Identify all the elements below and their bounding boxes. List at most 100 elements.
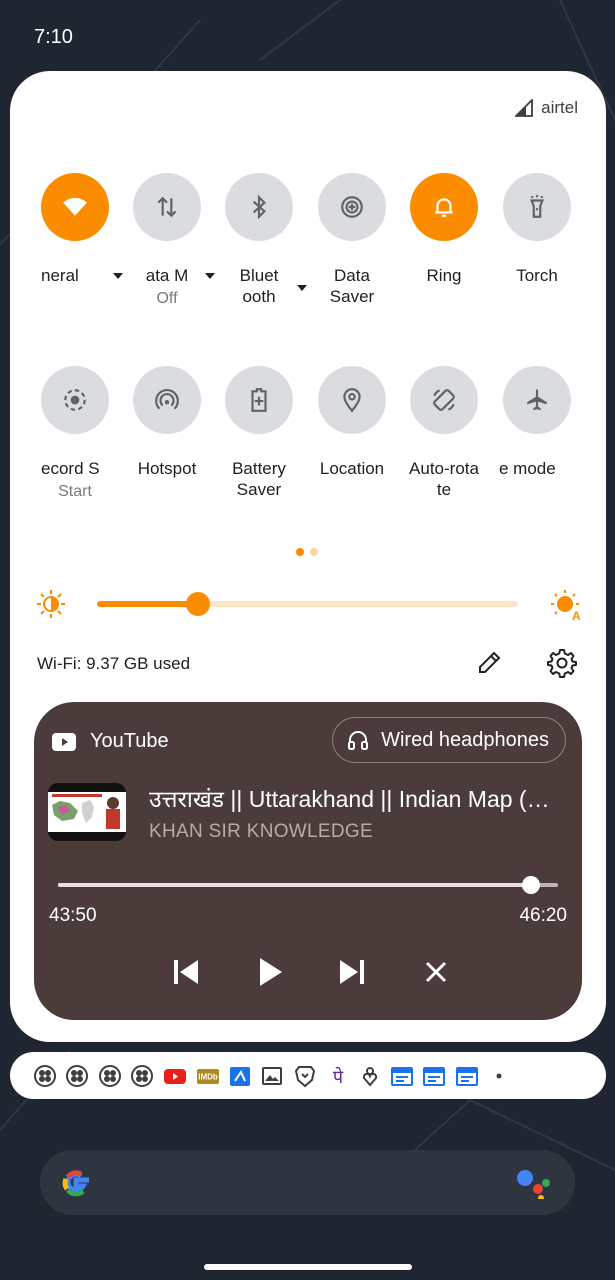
- tinder-like-icon[interactable]: [358, 1064, 382, 1088]
- airplane-icon: [527, 389, 547, 411]
- brightness-slider-thumb[interactable]: [186, 592, 211, 616]
- tile-sublabel: Start: [58, 483, 92, 500]
- media-elapsed-time: 43:50: [49, 905, 97, 926]
- previous-button[interactable]: [164, 950, 208, 994]
- wifi-icon: [63, 197, 87, 216]
- media-seekbar[interactable]: [58, 876, 558, 894]
- skip-next-icon: [340, 960, 364, 984]
- quick-settings-panel: airtel neral ata M Off Bluet ooth Data S…: [10, 71, 606, 1042]
- tile-screen-record[interactable]: ecord S Start: [29, 366, 121, 502]
- tile-label: Ring: [426, 266, 462, 285]
- tile-torch[interactable]: Torch: [491, 173, 583, 309]
- tile-battery-saver[interactable]: Battery Saver: [213, 366, 305, 502]
- browser-window-icon[interactable]: [390, 1064, 414, 1088]
- tile-airplane-mode[interactable]: e mode: [491, 366, 583, 502]
- play-button[interactable]: [248, 950, 292, 994]
- media-seekbar-thumb[interactable]: [522, 876, 540, 894]
- flower-app-icon[interactable]: [98, 1064, 122, 1088]
- tile-label: Data Saver: [329, 266, 375, 306]
- tile-screen-record-button[interactable]: [41, 366, 109, 434]
- data-saver-icon: [341, 196, 363, 218]
- media-player-card[interactable]: YouTube Wired headphones उत्तराखंड || Ut…: [34, 702, 582, 1020]
- imdb-icon-label: IMDb: [198, 1073, 218, 1082]
- brightness-slider[interactable]: [97, 592, 518, 616]
- media-app-name: YouTube: [90, 730, 169, 752]
- tile-hotspot[interactable]: Hotspot: [121, 366, 213, 502]
- carrier-name: airtel: [541, 98, 578, 117]
- notification-icons-bar[interactable]: IMDb पे: [10, 1052, 606, 1099]
- tile-label: neral: [41, 266, 79, 285]
- tile-hotspot-button[interactable]: [133, 366, 201, 434]
- tile-sublabel: Off: [156, 290, 178, 307]
- tile-torch-button[interactable]: [503, 173, 571, 241]
- edit-icon[interactable]: [476, 648, 504, 676]
- google-search-bar[interactable]: [40, 1150, 575, 1215]
- bluetooth-icon: [252, 194, 266, 220]
- output-device-label: Wired headphones: [381, 728, 549, 751]
- more-dot-icon: [487, 1064, 511, 1088]
- page-dot-active: [296, 548, 304, 556]
- tile-bluetooth[interactable]: Bluet ooth: [213, 173, 307, 309]
- gear-icon[interactable]: [547, 648, 577, 678]
- status-bar-time: 7:10: [34, 26, 73, 48]
- auto-brightness-icon[interactable]: A: [550, 589, 582, 621]
- tile-label: ecord S: [41, 459, 100, 478]
- tile-battery-saver-button[interactable]: [225, 366, 293, 434]
- browser-window-icon[interactable]: [422, 1064, 446, 1088]
- tile-airplane-mode-button[interactable]: [503, 366, 571, 434]
- brave-icon[interactable]: [293, 1064, 317, 1088]
- close-button[interactable]: [414, 950, 458, 994]
- output-device-button[interactable]: Wired headphones: [332, 717, 566, 763]
- tile-ring[interactable]: Ring: [398, 173, 490, 309]
- tile-data-saver-button[interactable]: [318, 173, 386, 241]
- tile-general[interactable]: neral: [29, 173, 123, 309]
- tile-location[interactable]: Location: [306, 366, 398, 502]
- google-assistant-icon[interactable]: [515, 1167, 551, 1199]
- bell-icon: [435, 198, 453, 217]
- next-button[interactable]: [330, 950, 374, 994]
- imdb-icon[interactable]: IMDb: [196, 1064, 220, 1088]
- youtube-icon[interactable]: [163, 1064, 187, 1088]
- google-logo-icon[interactable]: [56, 1163, 96, 1203]
- data-arrows-icon: [157, 196, 177, 218]
- phonepe-icon[interactable]: पे: [326, 1064, 350, 1088]
- headphones-icon: [348, 731, 369, 750]
- media-seekbar-fill: [58, 883, 531, 887]
- battery-icon: [251, 388, 267, 412]
- tile-label: Bluet ooth: [239, 266, 279, 306]
- tile-label: Torch: [516, 266, 558, 285]
- tile-data-mode-button[interactable]: [133, 173, 201, 241]
- flower-app-icon[interactable]: [65, 1064, 89, 1088]
- auto-rotate-icon: [433, 389, 455, 411]
- brightness-low-icon: [37, 590, 65, 618]
- tile-ring-button[interactable]: [410, 173, 478, 241]
- brightness-slider-fill: [97, 601, 199, 607]
- torch-icon: [529, 195, 545, 218]
- tile-label: Hotspot: [137, 459, 197, 478]
- tile-data-saver[interactable]: Data Saver: [306, 173, 398, 309]
- location-icon: [343, 388, 361, 413]
- tile-auto-rotate[interactable]: Auto-rota te: [398, 366, 490, 502]
- carrier-indicator: airtel: [515, 98, 578, 118]
- tile-general-button[interactable]: [41, 173, 109, 241]
- page-indicator: [296, 548, 318, 556]
- home-gesture-bar[interactable]: [204, 1264, 412, 1270]
- brightness-row: A: [36, 586, 582, 622]
- media-app: YouTube: [52, 730, 169, 753]
- tile-location-button[interactable]: [318, 366, 386, 434]
- browser-window-icon[interactable]: [455, 1064, 479, 1088]
- signal-icon: [515, 99, 534, 117]
- svg-text:A: A: [572, 609, 581, 621]
- tile-data-mode[interactable]: ata M Off: [121, 173, 215, 309]
- gallery-icon[interactable]: [260, 1064, 284, 1088]
- tile-label: Battery Saver: [232, 459, 286, 499]
- close-icon: [425, 961, 447, 983]
- screen-record-icon: [64, 389, 86, 411]
- tile-auto-rotate-button[interactable]: [410, 366, 478, 434]
- data-usage-text[interactable]: Wi-Fi: 9.37 GB used: [37, 654, 190, 674]
- flower-app-icon[interactable]: [130, 1064, 154, 1088]
- flower-app-icon[interactable]: [33, 1064, 57, 1088]
- tile-label: Auto-rota te: [409, 459, 479, 499]
- calendar-app-icon[interactable]: [228, 1064, 252, 1088]
- tile-bluetooth-button[interactable]: [225, 173, 293, 241]
